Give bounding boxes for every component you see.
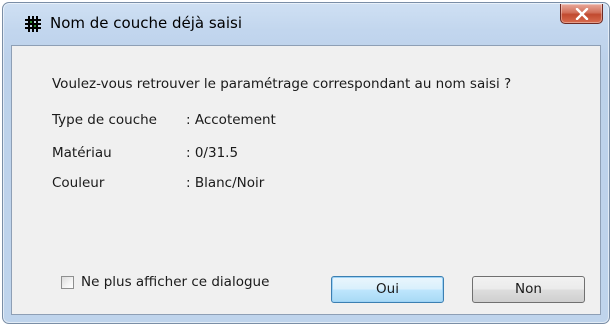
checkbox-label[interactable]: Ne plus afficher ce dialogue: [81, 274, 269, 290]
title-bar[interactable]: Nom de couche déjà saisi: [3, 3, 609, 41]
no-button[interactable]: Non: [472, 276, 585, 303]
grid-app-icon: [24, 15, 42, 33]
close-icon: [575, 8, 589, 20]
question-text: Voulez-vous retrouver le paramétrage cor…: [52, 76, 512, 92]
field-value: : Blanc/Noir: [186, 175, 265, 191]
field-label: Couleur: [52, 175, 105, 191]
field-label: Type de couche: [52, 112, 157, 128]
field-value: : Accotement: [186, 112, 276, 128]
yes-button[interactable]: Oui: [331, 276, 444, 303]
window-title: Nom de couche déjà saisi: [50, 14, 243, 32]
field-label: Matériau: [52, 145, 112, 161]
close-button[interactable]: [560, 4, 603, 24]
dont-show-again-checkbox[interactable]: [61, 276, 74, 289]
field-value: : 0/31.5: [186, 145, 239, 161]
